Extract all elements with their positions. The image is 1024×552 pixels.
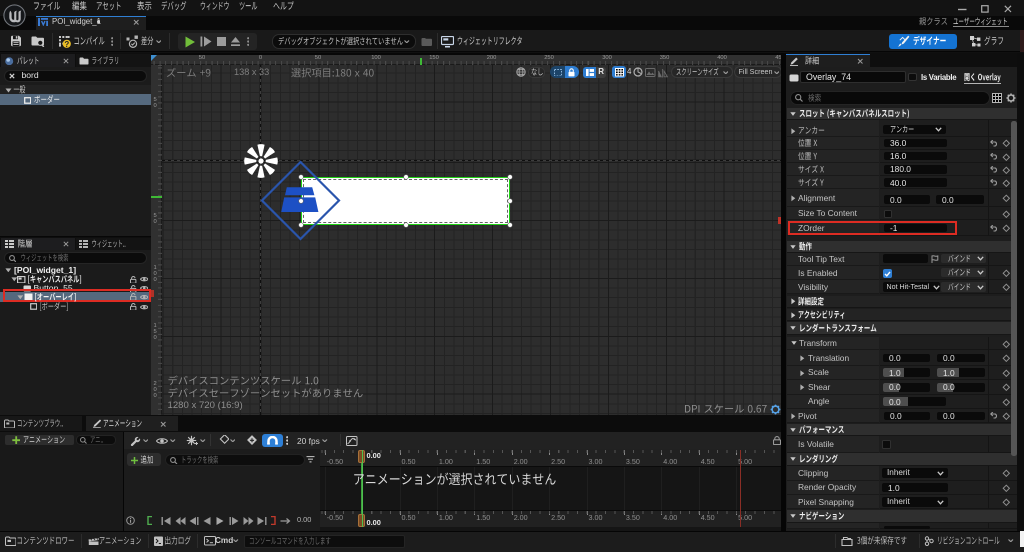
svg-text:?: ?: [64, 39, 69, 47]
